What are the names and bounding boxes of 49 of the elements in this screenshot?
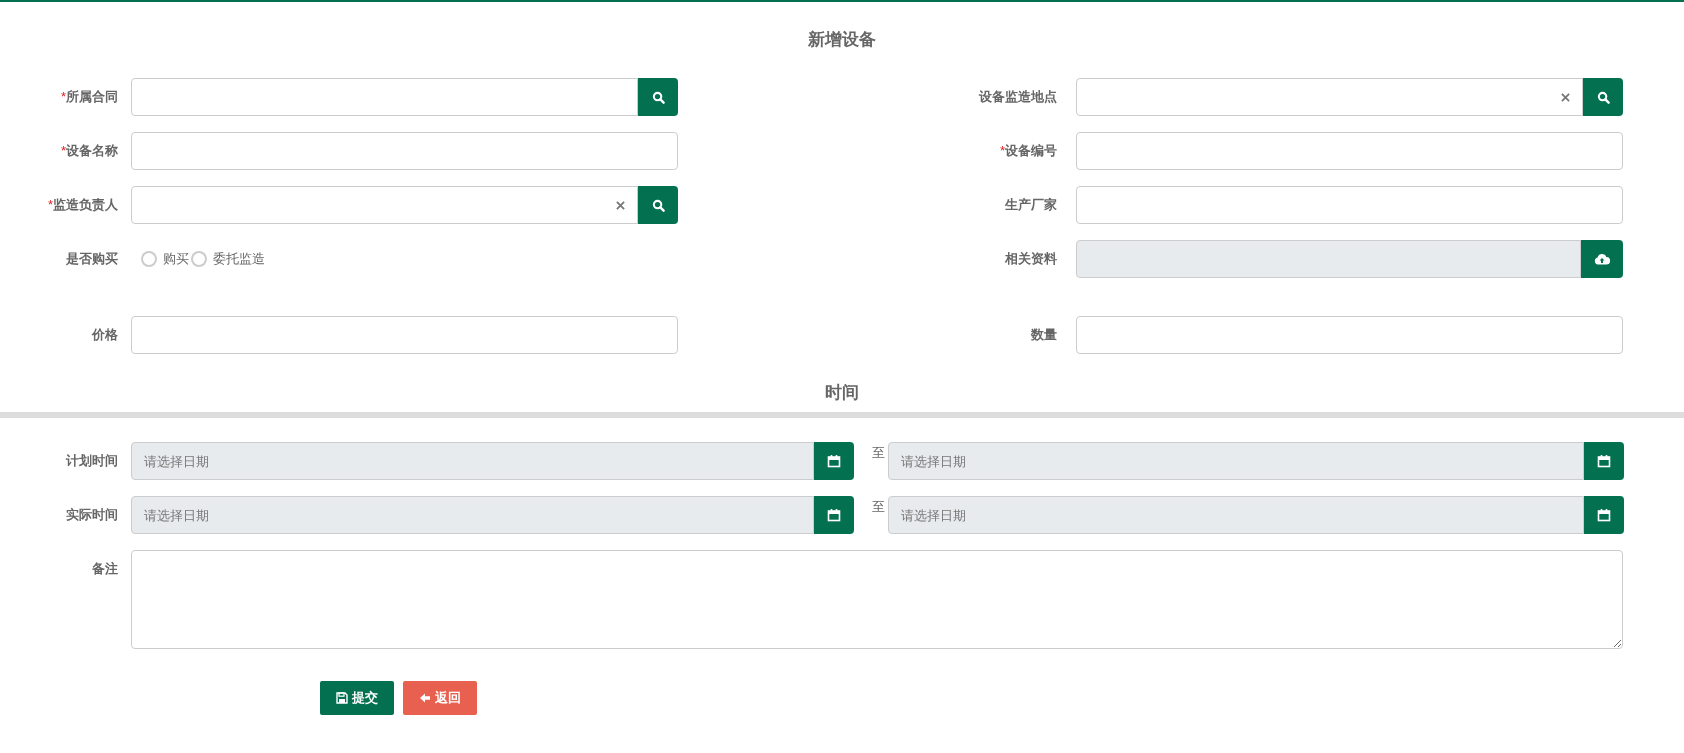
lookup-input[interactable]	[1076, 78, 1583, 116]
text-input[interactable]	[131, 316, 678, 354]
field-label: *设备编号	[999, 142, 1057, 160]
cloud-upload-icon	[1594, 253, 1610, 265]
calendar-icon	[827, 454, 841, 468]
search-button[interactable]	[1583, 78, 1623, 116]
calendar-button[interactable]	[1584, 496, 1624, 534]
field-label: 备注	[92, 560, 118, 578]
calendar-icon	[827, 508, 841, 522]
search-icon	[651, 198, 665, 212]
lookup-input[interactable]	[131, 78, 638, 116]
calendar-button[interactable]	[1584, 442, 1624, 480]
search-button[interactable]	[638, 186, 678, 224]
field-label: 价格	[92, 326, 118, 344]
radio-option[interactable]: 购买	[141, 250, 189, 268]
field-label: *监造负责人	[47, 196, 118, 214]
field-label: 设备监造地点	[979, 88, 1057, 106]
radio-option[interactable]: 委托监造	[191, 250, 265, 268]
search-icon	[651, 90, 665, 104]
text-input[interactable]	[1076, 186, 1623, 224]
range-separator: 至	[872, 499, 885, 514]
lookup-input[interactable]	[131, 186, 638, 224]
text-input[interactable]	[1076, 132, 1623, 170]
calendar-icon	[1597, 454, 1611, 468]
field-label: 数量	[1031, 326, 1057, 344]
range-separator: 至	[872, 445, 885, 460]
clear-icon[interactable]	[1561, 92, 1570, 102]
back-button[interactable]: 返回	[403, 681, 477, 715]
field-label: 是否购买	[66, 250, 118, 268]
calendar-button[interactable]	[814, 442, 854, 480]
clear-icon[interactable]	[616, 200, 625, 210]
search-icon	[1596, 90, 1610, 104]
section-title: 时间	[824, 382, 860, 404]
submit-button[interactable]: 提交	[320, 681, 394, 715]
calendar-button[interactable]	[814, 496, 854, 534]
field-label: 生产厂家	[1005, 196, 1057, 214]
form-title: 新增设备	[807, 30, 877, 50]
field-label: *所属合同	[60, 88, 118, 106]
arrow-left-icon	[419, 692, 431, 704]
field-label: *设备名称	[60, 142, 118, 160]
text-input[interactable]	[1076, 316, 1623, 354]
upload-button[interactable]	[1581, 240, 1623, 278]
field-label: 相关资料	[1005, 250, 1057, 268]
calendar-icon	[1597, 508, 1611, 522]
save-icon	[336, 692, 348, 704]
field-label: 计划时间	[66, 452, 118, 470]
text-input[interactable]	[131, 132, 678, 170]
field-label: 实际时间	[66, 506, 118, 524]
search-button[interactable]	[638, 78, 678, 116]
